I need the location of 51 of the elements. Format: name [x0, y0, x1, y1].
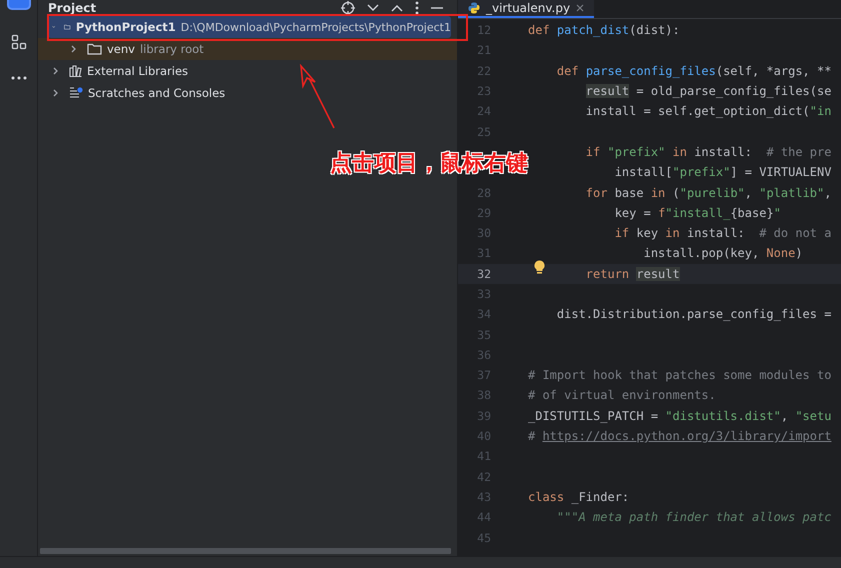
tree-item[interactable]: PythonProject1 D:\QMDownload\PycharmProjects\PythonProject1	[48, 16, 451, 38]
code-line: def patch_dist(dist):	[528, 23, 680, 38]
library-root-note: library root	[140, 42, 204, 56]
chevron-icon[interactable]	[52, 89, 60, 97]
annotation-text: 点击项目，鼠标右键	[330, 150, 528, 178]
library-icon	[69, 65, 82, 77]
tree-item[interactable]: External Libraries	[38, 60, 457, 82]
arrow	[300, 64, 335, 128]
code-line: install = self.get_option_dict("in	[584, 104, 832, 118]
tree-item-label: Scratches and Consoles	[88, 86, 226, 100]
chevron-icon[interactable]	[70, 45, 78, 53]
code-line: _DISTUTILS_PATCH = "distutils.dist", "setu	[528, 408, 832, 423]
minimize-icon[interactable]	[431, 7, 443, 9]
options-icon[interactable]	[415, 1, 419, 15]
tree-item[interactable]: Scratches and Consoles	[38, 82, 457, 104]
code-line: result = old_parse_config_files(se	[584, 84, 832, 98]
tree-item-label: PythonProject1	[76, 20, 176, 34]
chevron-icon[interactable]	[52, 67, 60, 75]
lightbulb-icon[interactable]	[534, 260, 545, 274]
horizontal-scrollbar[interactable]	[40, 548, 451, 554]
folder-icon	[87, 43, 102, 55]
file-tab[interactable]: _virtualenv.py	[458, 0, 594, 18]
code-line: if "prefix" in install: # the pre	[584, 144, 832, 159]
close-icon[interactable]	[576, 4, 584, 12]
code-line: # https://docs.python.org/3/library/import	[528, 429, 832, 444]
code-line: install["prefix"] = VIRTUALENV	[614, 165, 832, 180]
python-file-icon	[468, 2, 480, 14]
code-line: key = f"install_{base}"	[614, 206, 781, 220]
tree-item-label: venv	[107, 42, 135, 56]
code-line: """A meta path finder that allows patc	[556, 510, 832, 524]
crosshair-icon[interactable]	[341, 1, 355, 15]
code-line: return result	[584, 266, 680, 281]
scratches-icon	[69, 87, 83, 99]
project-path: D:\QMDownload\PycharmProjects\PythonProject1	[180, 20, 451, 34]
code-line: # of virtual environments.	[528, 388, 716, 402]
panel-title[interactable]: Project	[48, 1, 96, 15]
code-line: if key in install: # do not a	[614, 226, 832, 240]
expand-icon[interactable]	[367, 4, 379, 12]
code-line: def parse_config_files(self, *args, **	[556, 64, 832, 78]
collapse-icon[interactable]	[391, 4, 403, 12]
code-line: class _Finder:	[528, 490, 630, 504]
more-icon[interactable]	[10, 76, 26, 80]
code-line: install.pop(key, None)	[642, 246, 803, 260]
tab-label: _virtualenv.py	[486, 1, 570, 15]
tree-item[interactable]: venv library root	[38, 38, 457, 60]
structure-icon[interactable]	[10, 34, 26, 50]
code-line: # Import hook that patches some modules to	[528, 368, 832, 382]
code-line: dist.Distribution.parse_config_files =	[556, 307, 832, 322]
code-line: for base in ("purelib", "platlib",	[584, 186, 832, 200]
line-number: 32	[476, 266, 491, 281]
tree-item-label: External Libraries	[87, 64, 188, 78]
